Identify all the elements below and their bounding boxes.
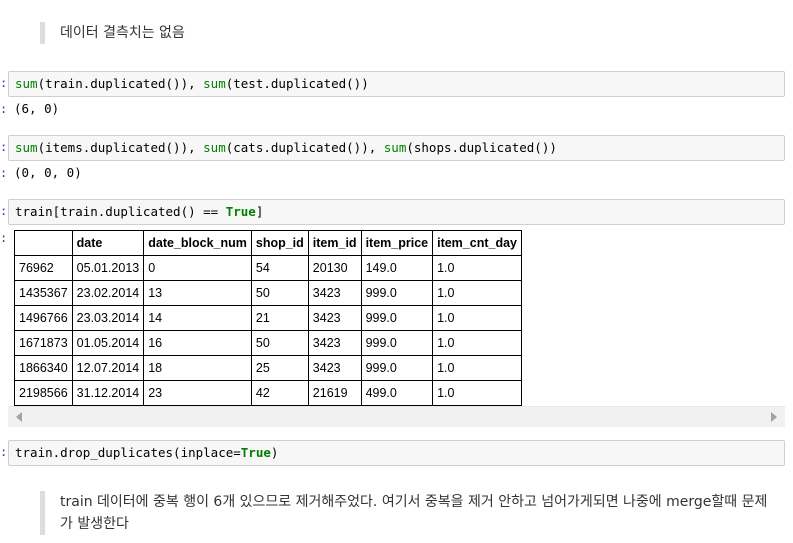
code-cell-duplicates-train-test[interactable]: sum(train.duplicated()), sum(test.duplic… — [8, 71, 785, 97]
table-header-row: date date_block_num shop_id item_id item_pri… — [14, 230, 522, 256]
column-header: item_price — [360, 230, 434, 256]
code-token: (train.duplicated()), — [37, 76, 204, 91]
code-cell-duplicates-items-cats-shops[interactable]: sum(items.duplicated()), sum(cats.duplic… — [8, 135, 785, 161]
code-token: sum — [203, 76, 226, 91]
scroll-left-arrow-icon[interactable] — [16, 412, 22, 422]
table-cell: 1.0 — [432, 330, 522, 356]
table-cell: 12.07.2014 — [71, 355, 145, 381]
table-cell: 1.0 — [432, 380, 522, 406]
table-row: 76962 05.01.2013 0 54 20130 149.0 1.0 — [14, 255, 522, 281]
table-cell: 21 — [250, 305, 309, 331]
table-cell: 1.0 — [432, 255, 522, 281]
column-header: item_cnt_day — [432, 230, 522, 256]
code-token: ] — [255, 204, 264, 219]
table-cell: 01.05.2014 — [71, 330, 145, 356]
code-token: True — [225, 204, 256, 219]
table-cell: 13 — [143, 280, 252, 306]
table-row: 1435367 23.02.2014 13 50 3423 999.0 1.0 — [14, 280, 522, 306]
table-cell: 20130 — [307, 255, 362, 281]
table-cell: 3423 — [307, 330, 362, 356]
table-cell: 2198566 — [14, 380, 73, 406]
table-cell: 50 — [250, 280, 309, 306]
cell-prompt: : — [0, 445, 8, 459]
code-token: ) — [270, 445, 279, 460]
table-cell: 21619 — [307, 380, 362, 406]
table-cell: 18 — [143, 355, 252, 381]
output-prompt: : — [0, 166, 8, 180]
code-token: (items.duplicated()), — [37, 140, 204, 155]
table-cell: 1.0 — [432, 355, 522, 381]
cell-output: (0, 0, 0) — [14, 165, 82, 180]
table-cell: 1496766 — [14, 305, 73, 331]
table-cell: 23 — [143, 380, 252, 406]
dataframe-output: date date_block_num shop_id item_id item_pri… — [8, 230, 785, 406]
output-prompt: : — [0, 102, 8, 116]
table-cell: 76962 — [14, 255, 73, 281]
column-header: date_block_num — [143, 230, 252, 256]
table-cell: 3423 — [307, 280, 362, 306]
table-cell: 1866340 — [14, 355, 73, 381]
table-cell: 999.0 — [360, 305, 434, 331]
column-header: item_id — [307, 230, 362, 256]
output-prompt: : — [0, 231, 8, 245]
table-cell: 1435367 — [14, 280, 73, 306]
table-cell: 50 — [250, 330, 309, 356]
table-cell: 3423 — [307, 355, 362, 381]
code-token: True — [240, 445, 271, 460]
duplicates-table: date date_block_num shop_id item_id item_pri… — [14, 230, 522, 406]
table-cell: 1.0 — [432, 280, 522, 306]
code-cell-show-duplicates[interactable]: train[train.duplicated() == True] — [8, 199, 785, 225]
table-cell: 42 — [250, 380, 309, 406]
table-cell: 31.12.2014 — [71, 380, 145, 406]
markdown-note-bottom: train 데이터에 중복 행이 6개 있으므로 제거해주었다. 여기서 중복을… — [40, 491, 780, 535]
table-row: 2198566 31.12.2014 23 42 21619 499.0 1.0 — [14, 380, 522, 406]
cell-prompt: : — [0, 204, 8, 218]
table-cell: 14 — [143, 305, 252, 331]
table-cell: 999.0 — [360, 355, 434, 381]
code-token: train[train.duplicated() == — [15, 204, 226, 219]
code-token: sum — [15, 140, 38, 155]
markdown-note-top: 데이터 결측치는 없음 — [40, 22, 185, 44]
table-cell: 3423 — [307, 305, 362, 331]
scroll-right-arrow-icon[interactable] — [771, 412, 777, 422]
column-header: date — [71, 230, 145, 256]
table-cell: 149.0 — [360, 255, 434, 281]
table-row: 1496766 23.03.2014 14 21 3423 999.0 1.0 — [14, 305, 522, 331]
code-token: sum — [203, 140, 226, 155]
table-cell: 1671873 — [14, 330, 73, 356]
table-cell: 23.03.2014 — [71, 305, 145, 331]
horizontal-scrollbar[interactable] — [8, 406, 785, 427]
table-cell: 1.0 — [432, 305, 522, 331]
table-cell: 16 — [143, 330, 252, 356]
cell-output: (6, 0) — [14, 101, 60, 116]
code-token: sum — [15, 76, 38, 91]
table-cell: 0 — [143, 255, 252, 281]
code-token: train.drop_duplicates(inplace= — [15, 445, 241, 460]
table-cell: 999.0 — [360, 280, 434, 306]
code-token: (cats.duplicated()), — [225, 140, 384, 155]
code-token: sum — [383, 140, 407, 155]
markdown-text: train 데이터에 중복 행이 6개 있으므로 제거해주었다. 여기서 중복을… — [60, 494, 768, 532]
table-row: 1671873 01.05.2014 16 50 3423 999.0 1.0 — [14, 330, 522, 356]
table-cell: 25 — [250, 355, 309, 381]
markdown-text: 데이터 결측치는 없음 — [60, 25, 185, 41]
code-cell-drop-duplicates[interactable]: train.drop_duplicates(inplace=True) — [8, 440, 785, 466]
table-row: 1866340 12.07.2014 18 25 3423 999.0 1.0 — [14, 355, 522, 381]
table-cell: 999.0 — [360, 330, 434, 356]
table-cell: 499.0 — [360, 380, 434, 406]
cell-prompt: : — [0, 76, 8, 90]
column-header — [14, 230, 73, 256]
column-header: shop_id — [250, 230, 309, 256]
table-cell: 05.01.2013 — [71, 255, 145, 281]
table-cell: 23.02.2014 — [71, 280, 145, 306]
code-token: (test.duplicated()) — [225, 76, 369, 91]
table-cell: 54 — [250, 255, 309, 281]
cell-prompt: : — [0, 140, 8, 154]
code-token: (shops.duplicated()) — [406, 140, 557, 155]
